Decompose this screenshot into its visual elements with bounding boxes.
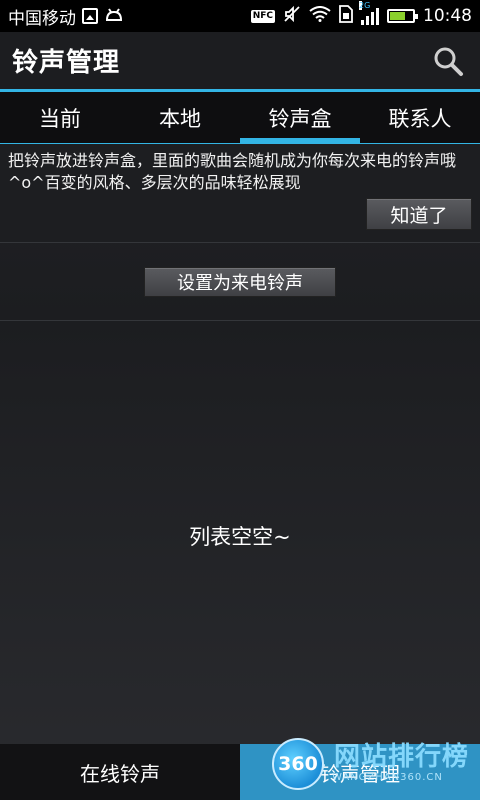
network-type-label: 2G — [359, 1, 371, 10]
status-bar: 中国移动 NFC 2G 10:48 — [0, 0, 480, 32]
tab-bar: 当前 本地 铃声盒 联系人 — [0, 92, 480, 144]
set-ringtone-row: 设置为来电铃声 — [0, 243, 480, 321]
set-as-ringtone-button[interactable]: 设置为来电铃声 — [144, 266, 336, 297]
search-icon — [434, 47, 463, 76]
sim-card-icon — [339, 4, 353, 28]
hint-text: 把铃声放进铃声盒，里面的歌曲会随机成为你每次来电的铃声哦^o^百变的风格、多层次… — [8, 151, 457, 192]
tab-current[interactable]: 当前 — [0, 92, 120, 143]
clock: 10:48 — [423, 6, 472, 26]
battery-level-fill — [390, 12, 406, 20]
status-right: NFC 2G 10:48 — [250, 1, 472, 28]
empty-list-message: 列表空空~ — [189, 525, 291, 549]
mute-icon — [283, 5, 301, 28]
status-left: 中国移动 — [8, 4, 124, 29]
screen: 中国移动 NFC 2G 10:48 铃声管理 当前 本地 铃声盒 联系人 把铃声… — [0, 0, 480, 800]
page-title: 铃声管理 — [12, 48, 121, 78]
hint-panel: 把铃声放进铃声盒，里面的歌曲会随机成为你每次来电的铃声哦^o^百变的风格、多层次… — [0, 144, 480, 243]
image-notification-icon — [82, 8, 98, 24]
got-it-button[interactable]: 知道了 — [366, 198, 472, 230]
bottom-nav: 在线铃声 铃声管理 — [0, 744, 480, 800]
tab-local[interactable]: 本地 — [120, 92, 240, 143]
title-bar: 铃声管理 — [0, 32, 480, 92]
online-ringtones-tab[interactable]: 在线铃声 — [0, 744, 240, 800]
battery-icon — [387, 9, 418, 23]
nfc-icon: NFC — [250, 9, 275, 23]
ringtone-manage-tab[interactable]: 铃声管理 — [240, 744, 480, 800]
tab-contacts[interactable]: 联系人 — [360, 92, 480, 143]
ringtone-list: 列表空空~ — [0, 332, 480, 744]
wifi-icon — [309, 5, 331, 27]
carrier-name: 中国移动 — [8, 8, 76, 29]
cell-signal-icon: 2G — [359, 1, 379, 25]
tab-ringtone-box[interactable]: 铃声盒 — [240, 92, 360, 143]
hint-actions: 知道了 — [8, 198, 472, 230]
android-debug-icon — [104, 6, 124, 27]
search-button[interactable] — [428, 41, 468, 81]
